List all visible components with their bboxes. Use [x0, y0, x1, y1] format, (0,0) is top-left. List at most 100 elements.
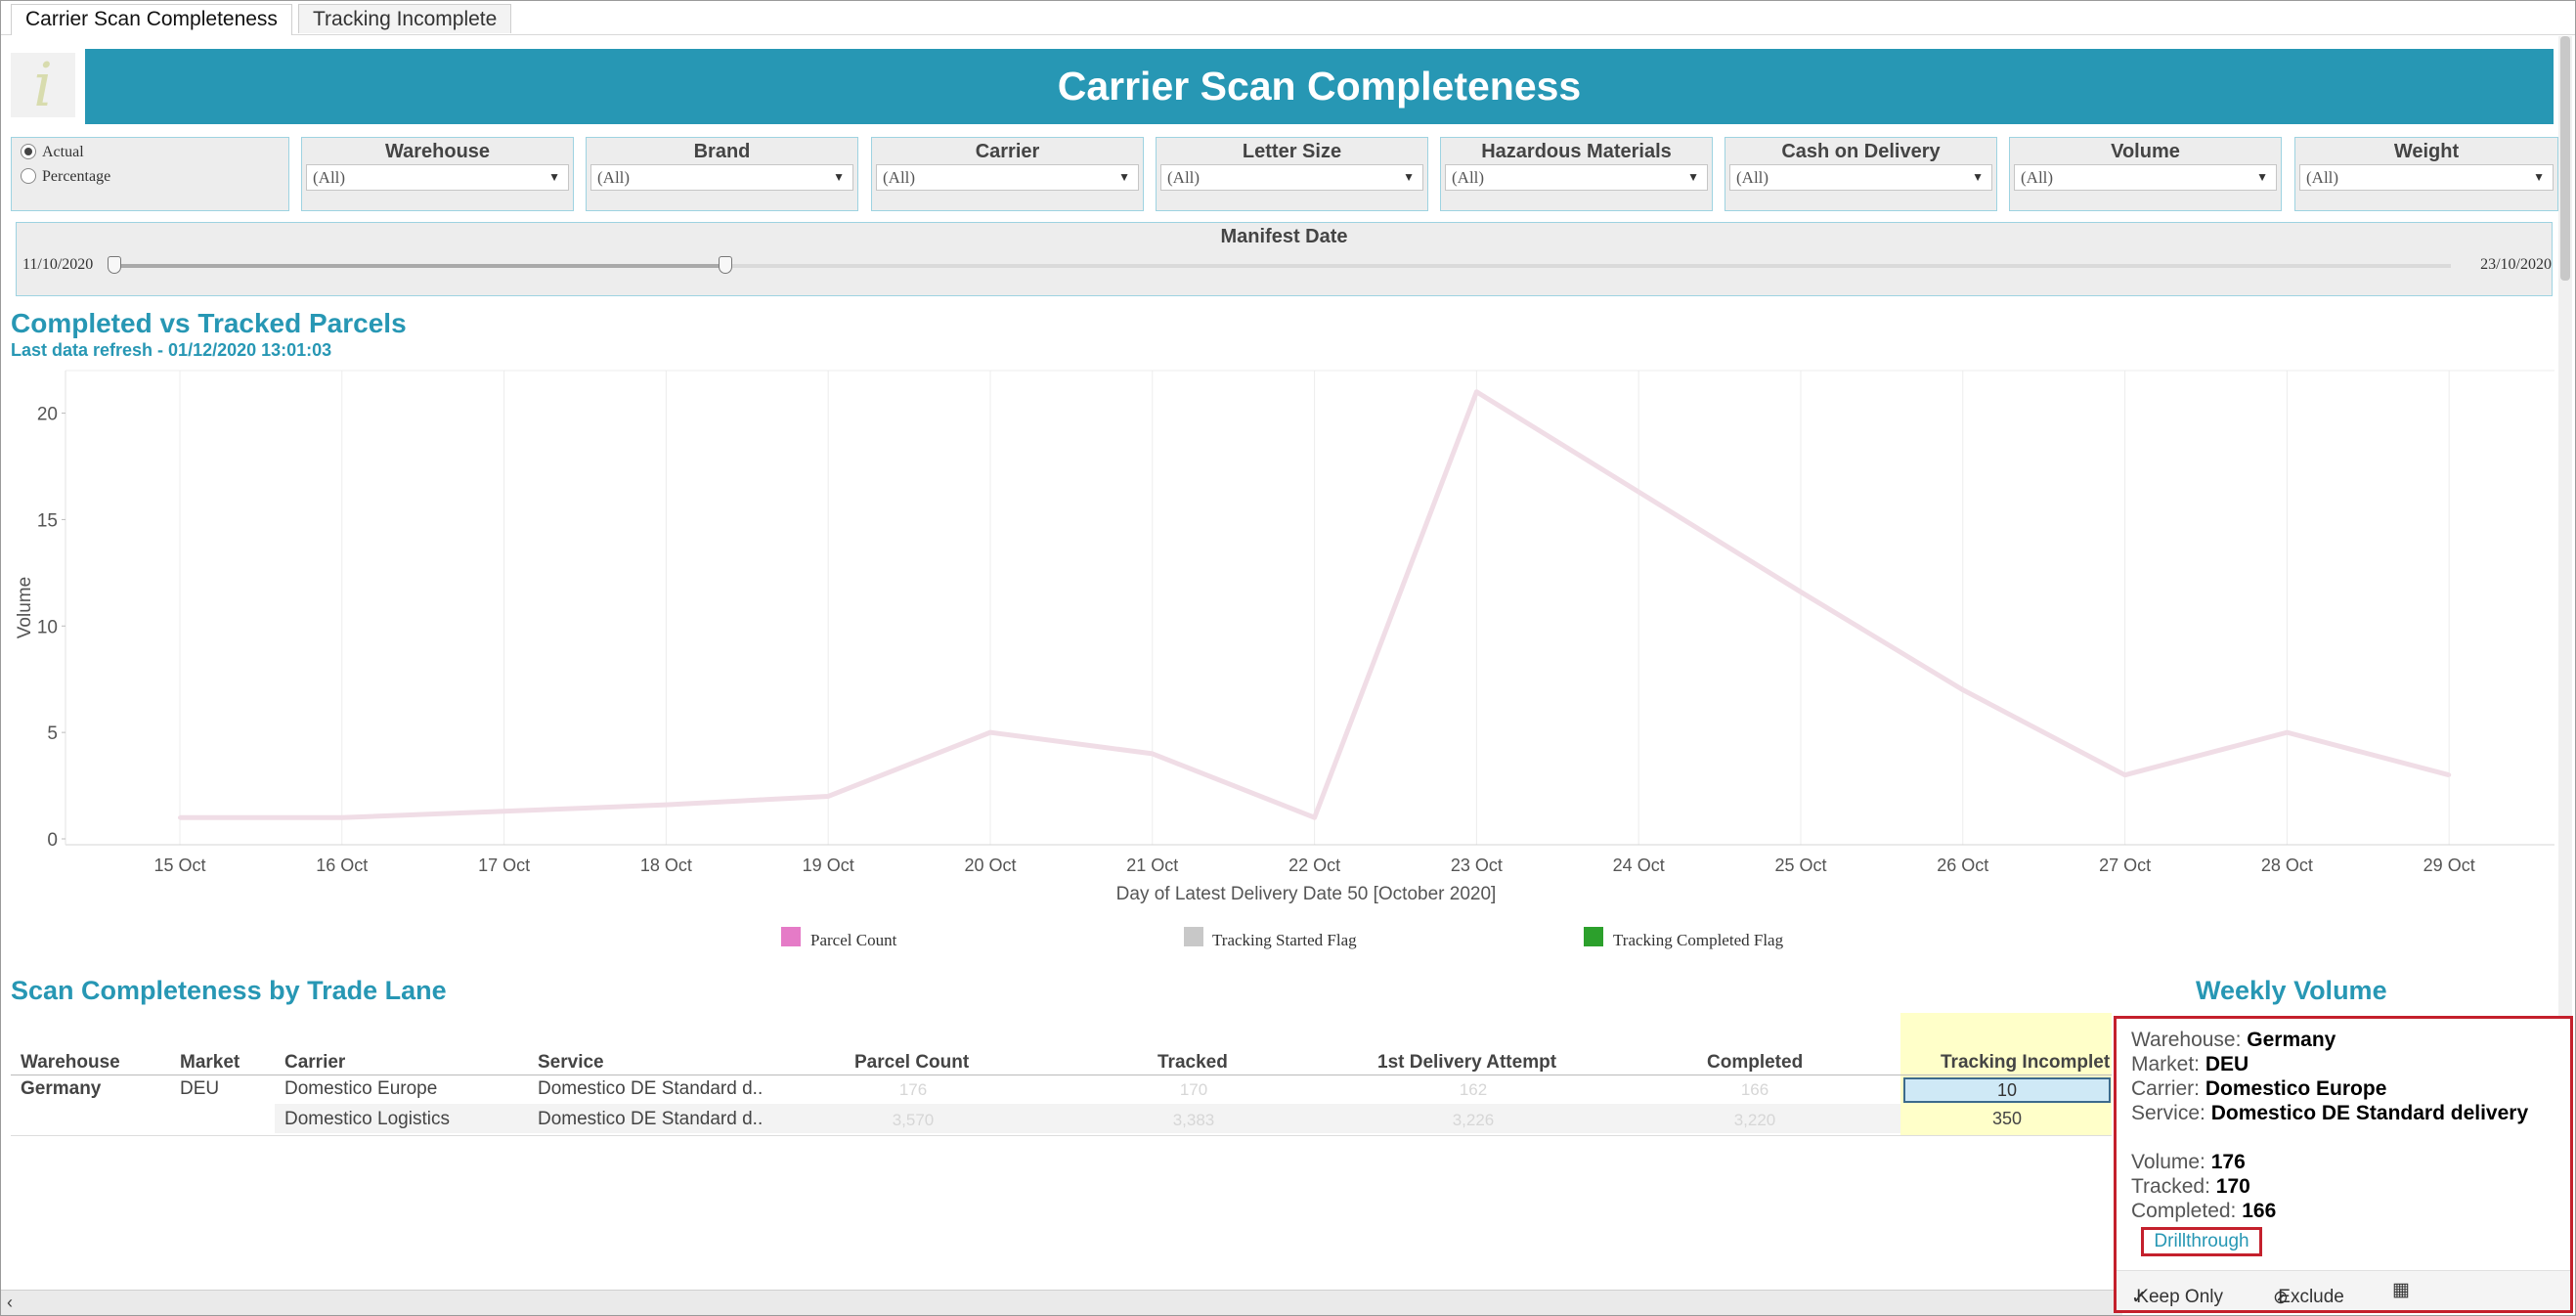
radio-percentage[interactable]: Percentage	[21, 167, 110, 187]
info-logo-icon: i	[11, 53, 75, 117]
scrollbar-thumb[interactable]	[2560, 36, 2570, 281]
dashboard-title: Carrier Scan Completeness	[85, 49, 2554, 124]
x-tick-label: 23 Oct	[1451, 855, 1503, 875]
exclude-button[interactable]: ⊘ Exclude	[2273, 1279, 2344, 1308]
legend-label-tracking-completed: Tracking Completed Flag	[1613, 931, 1784, 949]
line-chart: 0 5 10 15 20 15 Oct 16 Oct 17 Oct 18 Oct 19 Oct 20…	[15, 370, 2554, 904]
dropdown-value: (All)	[1736, 168, 1769, 187]
cell-completed: 3,220	[1733, 1111, 1776, 1129]
data-point	[2122, 772, 2127, 777]
header-tracked[interactable]: Tracked	[1157, 1052, 1228, 1074]
brand-dropdown[interactable]: (All) ▼	[590, 164, 853, 191]
dropdown-value: (All)	[597, 168, 631, 187]
cell-first-attempt: 3,226	[1452, 1111, 1495, 1129]
data-point	[1799, 590, 1803, 594]
dropdown-value: (All)	[883, 168, 916, 187]
date-slider-end-handle[interactable]	[719, 256, 732, 274]
cash-on-delivery-dropdown[interactable]: (All) ▼	[1729, 164, 1992, 191]
filter-title: Carrier	[975, 141, 1040, 162]
filter-title: Warehouse	[384, 141, 491, 162]
header-first-delivery-attempt[interactable]: 1st Delivery Attempt	[1377, 1052, 1556, 1074]
filter-title: Hazardous Materials	[1481, 141, 1672, 162]
cell-tracking-incomplete[interactable]: 350	[1903, 1109, 2111, 1129]
cell-service: Domestico DE Standard d..	[538, 1109, 764, 1129]
header-carrier[interactable]: Carrier	[284, 1052, 345, 1074]
filter-title: Cash on Delivery	[1781, 141, 1941, 162]
keep-only-button[interactable]: ✓ Keep Only	[2131, 1279, 2223, 1308]
filter-title: Letter Size	[1242, 141, 1342, 162]
data-point	[502, 809, 506, 813]
manifest-date-filter: Manifest Date 11/10/2020 23/10/2020	[16, 222, 2553, 296]
manifest-end-date: 23/10/2020	[2480, 256, 2552, 273]
grid-view-icon[interactable]: ▦	[2392, 1279, 2410, 1301]
y-tick-label: 20	[37, 405, 58, 425]
weekly-volume-title: Weekly Volume	[2196, 976, 2387, 1005]
legend-label-parcel-count: Parcel Count	[810, 931, 897, 949]
cell-tracking-incomplete-selected[interactable]: 10	[1903, 1077, 2111, 1103]
filter-cash-on-delivery: Cash on Delivery (All) ▼	[1725, 137, 1997, 211]
warehouse-dropdown[interactable]: (All) ▼	[306, 164, 569, 191]
table-bottom-divider	[11, 1135, 2112, 1136]
chart-title: Completed vs Tracked Parcels	[11, 308, 407, 338]
data-tooltip: Warehouse: Germany Market: DEU Carrier: …	[2114, 1016, 2573, 1313]
x-tick-label: 15 Oct	[153, 855, 205, 875]
header-market[interactable]: Market	[180, 1052, 240, 1074]
cell-carrier: Domestico Logistics	[284, 1109, 450, 1129]
cell-parcel-count: 3,570	[892, 1111, 935, 1129]
radio-actual-label: Actual	[42, 144, 84, 160]
data-point	[2447, 772, 2452, 777]
x-tick-label: 17 Oct	[478, 855, 530, 875]
letter-size-dropdown[interactable]: (All) ▼	[1160, 164, 1423, 191]
dropdown-arrow-icon: ▼	[548, 170, 560, 184]
filter-carrier: Carrier (All) ▼	[871, 137, 1144, 211]
tab-tracking-incomplete[interactable]: Tracking Incomplete	[298, 4, 512, 33]
tooltip-action-bar: ✓ Keep Only ⊘ Exclude ▦	[2117, 1270, 2570, 1310]
legend-swatch-tracking-started	[1184, 927, 1203, 946]
y-tick-label: 15	[37, 510, 58, 531]
radio-actual[interactable]: Actual	[21, 143, 84, 162]
drillthrough-link[interactable]: Drillthrough	[2141, 1227, 2262, 1256]
header-parcel-count[interactable]: Parcel Count	[854, 1052, 969, 1074]
hazardous-materials-dropdown[interactable]: (All) ▼	[1445, 164, 1708, 191]
date-slider-start-handle[interactable]	[108, 256, 121, 274]
data-point	[1637, 490, 1641, 495]
data-point	[2285, 730, 2290, 735]
dropdown-value: (All)	[1167, 168, 1201, 187]
horizontal-scrollbar[interactable]: ‹	[1, 1290, 2122, 1315]
header-warehouse[interactable]: Warehouse	[21, 1052, 120, 1074]
header-completed[interactable]: Completed	[1707, 1052, 1803, 1074]
x-tick-label: 28 Oct	[2261, 855, 2313, 875]
header-tracking-incomplete[interactable]: Tracking Incomplet	[1941, 1052, 2110, 1074]
weight-dropdown[interactable]: (All) ▼	[2299, 164, 2554, 191]
filter-warehouse: Warehouse (All) ▼	[301, 137, 574, 211]
filter-letter-size: Letter Size (All) ▼	[1156, 137, 1428, 211]
dropdown-arrow-icon: ▼	[1687, 170, 1699, 184]
legend-swatch-parcel-count	[781, 927, 801, 946]
header-service[interactable]: Service	[538, 1052, 604, 1074]
dropdown-arrow-icon: ▼	[2256, 170, 2268, 184]
radio-selected-icon	[21, 144, 36, 159]
tooltip-completed: Completed: 166	[2131, 1200, 2277, 1222]
volume-dropdown[interactable]: (All) ▼	[2014, 164, 2277, 191]
tab-carrier-scan-completeness[interactable]: Carrier Scan Completeness	[11, 4, 292, 35]
x-tick-label: 20 Oct	[964, 855, 1016, 875]
cell-tracked: 3,383	[1172, 1111, 1215, 1129]
dropdown-value: (All)	[2021, 168, 2054, 187]
manifest-start-date: 11/10/2020	[22, 256, 94, 273]
filter-title: Brand	[693, 141, 751, 162]
radio-unselected-icon	[21, 168, 36, 184]
tooltip-volume: Volume: 176	[2131, 1151, 2246, 1173]
y-tick-label: 5	[47, 724, 58, 744]
x-axis-label: Day of Latest Delivery Date 50 [October …	[1116, 884, 1497, 904]
dropdown-value: (All)	[2306, 168, 2339, 187]
cell-parcel-count: 176	[898, 1080, 928, 1099]
dropdown-arrow-icon: ▼	[833, 170, 845, 184]
scroll-left-icon[interactable]: ‹	[7, 1293, 13, 1313]
dropdown-arrow-icon: ▼	[1403, 170, 1415, 184]
x-tick-label: 21 Oct	[1126, 855, 1178, 875]
cell-first-attempt: 162	[1459, 1080, 1488, 1099]
filter-hazardous-materials: Hazardous Materials (All) ▼	[1440, 137, 1713, 211]
y-axis-label: Volume	[15, 577, 35, 638]
carrier-dropdown[interactable]: (All) ▼	[876, 164, 1139, 191]
tooltip-warehouse: Warehouse: Germany	[2131, 1029, 2336, 1051]
